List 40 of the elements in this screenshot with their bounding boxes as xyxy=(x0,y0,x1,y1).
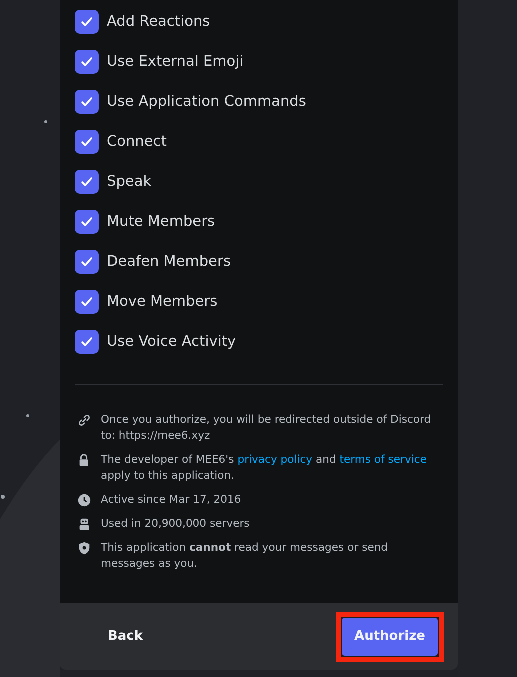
check-icon xyxy=(80,15,94,29)
checkbox[interactable] xyxy=(75,10,99,34)
check-icon xyxy=(80,255,94,269)
checkbox[interactable] xyxy=(75,250,99,274)
info-text: Used in 20,900,000 servers xyxy=(101,516,250,532)
info-text: Active since Mar 17, 2016 xyxy=(101,492,242,508)
check-icon xyxy=(80,295,94,309)
check-icon xyxy=(80,135,94,149)
permission-label: Connect xyxy=(107,134,167,150)
checkbox[interactable] xyxy=(75,90,99,114)
permission-label: Move Members xyxy=(107,294,218,310)
permission-label: Deafen Members xyxy=(107,254,231,270)
checkbox[interactable] xyxy=(75,330,99,354)
link-icon xyxy=(77,413,92,428)
robot-icon xyxy=(77,517,92,532)
check-icon xyxy=(80,95,94,109)
check-icon xyxy=(80,215,94,229)
text-link[interactable]: terms of service xyxy=(340,453,427,466)
clock-icon xyxy=(77,493,92,508)
permission-label: Use External Emoji xyxy=(107,54,244,70)
permission-label: Use Voice Activity xyxy=(107,334,236,350)
shield-icon xyxy=(77,541,92,556)
checkbox[interactable] xyxy=(75,50,99,74)
permission-label: Add Reactions xyxy=(107,14,210,30)
checkbox[interactable] xyxy=(75,290,99,314)
checkbox[interactable] xyxy=(75,170,99,194)
check-icon xyxy=(80,335,94,349)
check-icon xyxy=(80,55,94,69)
back-button[interactable]: Back xyxy=(96,621,156,652)
permission-label: Use Application Commands xyxy=(107,94,306,110)
permission-label: Mute Members xyxy=(107,214,216,230)
info-text: This application cannot read your messages or send messages as you. xyxy=(101,540,390,572)
checkbox[interactable] xyxy=(75,210,99,234)
text-link[interactable]: privacy policy xyxy=(238,453,313,466)
info-text: The developer of MEE6's privacy policy and terms of service apply to this application. xyxy=(101,452,428,484)
check-icon xyxy=(80,175,94,189)
authorize-button[interactable]: Authorize xyxy=(342,618,438,656)
info-text: Once you authorize, you will be redirected outside of Discord to: https://mee6.xyz xyxy=(101,412,432,444)
checkbox[interactable] xyxy=(75,130,99,154)
permission-label: Speak xyxy=(107,174,152,190)
